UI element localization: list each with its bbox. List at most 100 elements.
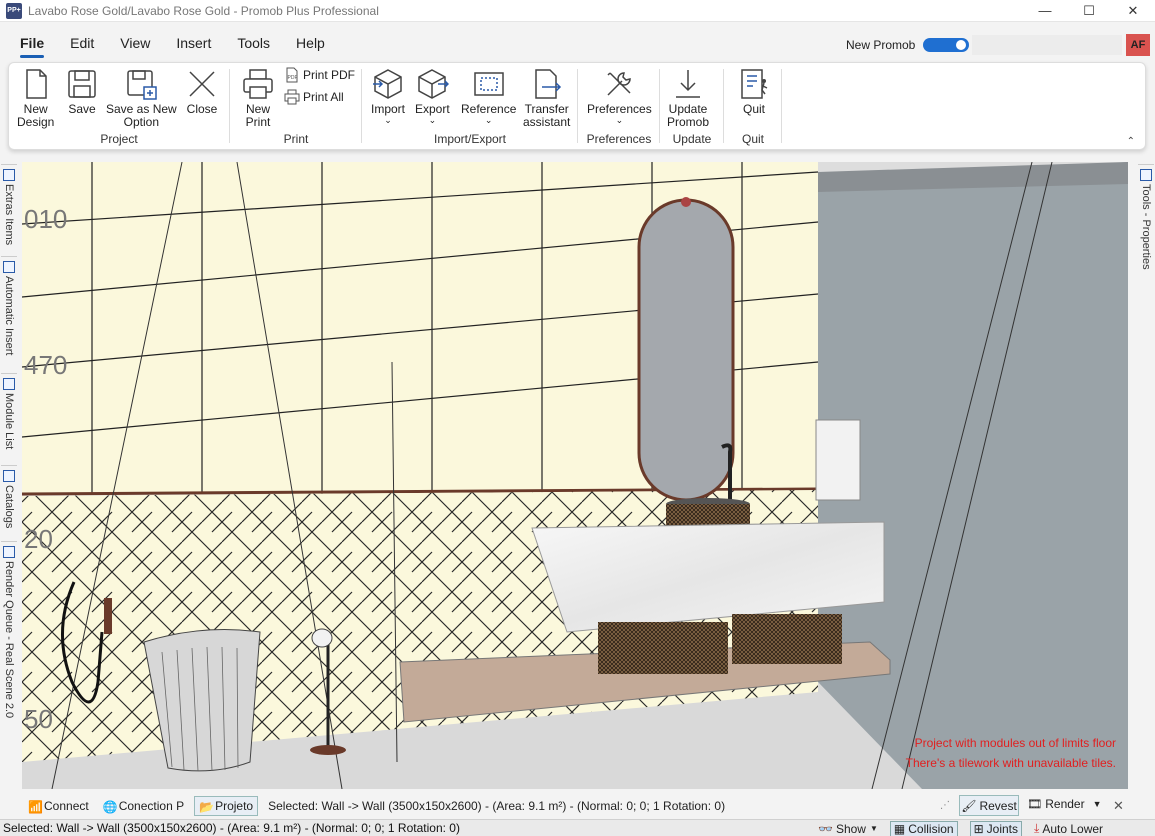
connection-button[interactable]: 🌐 Conection P <box>102 799 184 814</box>
transfer-assistant-button[interactable]: Transfer assistant <box>523 67 570 129</box>
menu-insert[interactable]: Insert <box>176 35 211 55</box>
auto-lower-toggle[interactable]: ⤓ Auto Lower <box>1034 821 1103 836</box>
ribbon-separator <box>229 69 230 143</box>
joints-toggle[interactable]: ⊞ Joints <box>969 820 1023 836</box>
printer-icon <box>243 69 273 99</box>
floppy-disk-icon <box>68 70 96 98</box>
mirror-hook <box>681 197 691 207</box>
tab-extras-items[interactable]: Extras Items <box>1 164 17 254</box>
menu-file[interactable]: File <box>20 35 45 58</box>
window-title: Lavabo Rose Gold/Lavabo Rose Gold - Prom… <box>28 3 379 18</box>
revest-icon: 🖌 <box>961 798 977 813</box>
tab-automatic-insert[interactable]: Automatic Insert <box>1 256 17 371</box>
tab-tools-properties[interactable]: Tools - Properties <box>1138 164 1154 284</box>
new-design-button[interactable]: New Design <box>17 67 54 129</box>
paperclip-icon <box>3 169 15 181</box>
tab-module-list[interactable]: Module List <box>1 373 17 463</box>
ribbon-separator <box>781 69 782 143</box>
wall-panel <box>815 419 861 501</box>
folder-icon: 📂 <box>199 800 215 814</box>
export-button[interactable]: Export ⌄ <box>415 67 450 125</box>
new-promob-label: New Promob <box>846 38 916 52</box>
pdf-icon: PDF <box>286 67 298 83</box>
reference-button[interactable]: Reference ⌄ <box>461 67 516 125</box>
insert-icon <box>3 261 15 273</box>
catalog-icon <box>3 470 15 482</box>
import-cube-icon <box>373 69 402 99</box>
quit-door-icon <box>741 69 768 99</box>
user-avatar[interactable]: AF <box>1126 34 1150 56</box>
save-as-icon <box>127 70 158 100</box>
tools-wrench-icon <box>607 72 632 96</box>
chevron-down-icon: ⌄ <box>384 115 392 125</box>
status-bar: 📶 Connect 🌐 Conection P 📂 Projeto Select… <box>0 794 1155 818</box>
save-button[interactable]: Save <box>65 67 99 116</box>
bottom-status-bar: Selected: Wall -> Wall (3500x150x2600) -… <box>0 819 1155 836</box>
chevron-down-icon: ⌄ <box>484 115 493 125</box>
import-button[interactable]: Import ⌄ <box>371 67 405 125</box>
collision-icon: ▦ <box>893 821 906 836</box>
joints-icon: ⊞ <box>973 821 984 836</box>
close-x-icon <box>189 71 215 97</box>
group-update: Update Promob Update <box>661 63 723 149</box>
new-promob-switch: New Promob <box>846 38 970 52</box>
close-panel-button[interactable]: ✕ <box>1113 798 1124 814</box>
3d-viewport[interactable]: 010 470 20 50 Project with modules out o… <box>22 162 1128 789</box>
menu-edit[interactable]: Edit <box>70 35 94 55</box>
auto-lower-icon: ⤓ <box>1034 821 1040 835</box>
menu-help[interactable]: Help <box>296 35 325 55</box>
grip-icon: ⋰ <box>940 800 950 811</box>
collapse-ribbon-button[interactable]: ⌃ <box>1127 136 1135 147</box>
reference-image-icon <box>473 72 504 96</box>
save-as-new-option-button[interactable]: Save as New Option <box>106 67 177 129</box>
projeto-button[interactable]: 📂 Projeto <box>194 796 259 816</box>
print-all-icon <box>284 89 300 105</box>
dimension-label: 20 <box>24 524 53 554</box>
maximize-button[interactable]: ☐ <box>1067 0 1111 22</box>
minimize-button[interactable]: — <box>1023 0 1067 22</box>
selection-info: Selected: Wall -> Wall (3500x150x2600) -… <box>268 799 726 813</box>
group-quit: Quit Quit <box>725 63 781 149</box>
quit-button[interactable]: Quit <box>737 67 771 116</box>
title-bar: PP+ Lavabo Rose Gold/Lavabo Rose Gold - … <box>0 0 1155 22</box>
connect-button[interactable]: 📶 Connect <box>28 799 89 814</box>
tools-icon <box>1140 169 1152 181</box>
group-update-label: Update <box>672 132 712 146</box>
glasses-icon: 👓 <box>818 821 833 836</box>
warning-unavailable-tiles: There's a tilework with unavailable tile… <box>905 756 1116 770</box>
close-design-button[interactable]: Close <box>185 67 219 116</box>
tab-render-queue[interactable]: Render Queue - Real Scene 2.0 <box>1 541 17 731</box>
update-promob-button[interactable]: Update Promob <box>667 67 709 129</box>
ribbon-separator <box>361 69 362 143</box>
dimension-label: 50 <box>24 704 53 734</box>
render-queue-icon <box>3 546 15 558</box>
right-side-tabs: Tools - Properties <box>1137 162 1155 787</box>
show-button[interactable]: 👓 Show ▼ <box>818 822 878 836</box>
collision-toggle[interactable]: ▦ Collision <box>889 820 958 836</box>
group-preferences: Preferences ⌄ Preferences <box>579 63 659 149</box>
selection-status: Selected: Wall -> Wall (3500x150x2600) -… <box>3 821 460 835</box>
toilet-paper-roll <box>311 628 333 648</box>
new-promob-toggle[interactable] <box>923 38 970 52</box>
tab-catalogs[interactable]: Catalogs <box>1 465 17 539</box>
revest-button[interactable]: 🖌 Revest <box>959 795 1019 816</box>
preferences-button[interactable]: Preferences ⌄ <box>587 67 652 125</box>
close-window-button[interactable]: ✕ <box>1111 0 1155 22</box>
menu-tools[interactable]: Tools <box>237 35 270 55</box>
globe-icon: 🌐 <box>102 800 118 814</box>
render-button[interactable]: 🎞 Render ▼ <box>1027 797 1102 811</box>
print-all-button[interactable]: Print All <box>284 89 344 105</box>
scene-render: 010 470 20 50 <box>22 162 1128 789</box>
print-pdf-button[interactable]: PDF Print PDF <box>284 67 355 83</box>
paper-stand-base <box>310 745 346 755</box>
storage-basket-left <box>598 622 728 674</box>
svg-text:PDF: PDF <box>288 75 298 81</box>
chevron-down-icon: ⌄ <box>615 115 624 125</box>
new-print-button[interactable]: New Print <box>241 67 275 129</box>
group-quit-label: Quit <box>741 132 764 146</box>
mirror <box>637 198 735 502</box>
menu-view[interactable]: View <box>120 35 150 55</box>
dimension-label: 470 <box>24 350 67 380</box>
account-strip <box>972 35 1122 55</box>
caret-down-icon: ▼ <box>1092 799 1102 809</box>
